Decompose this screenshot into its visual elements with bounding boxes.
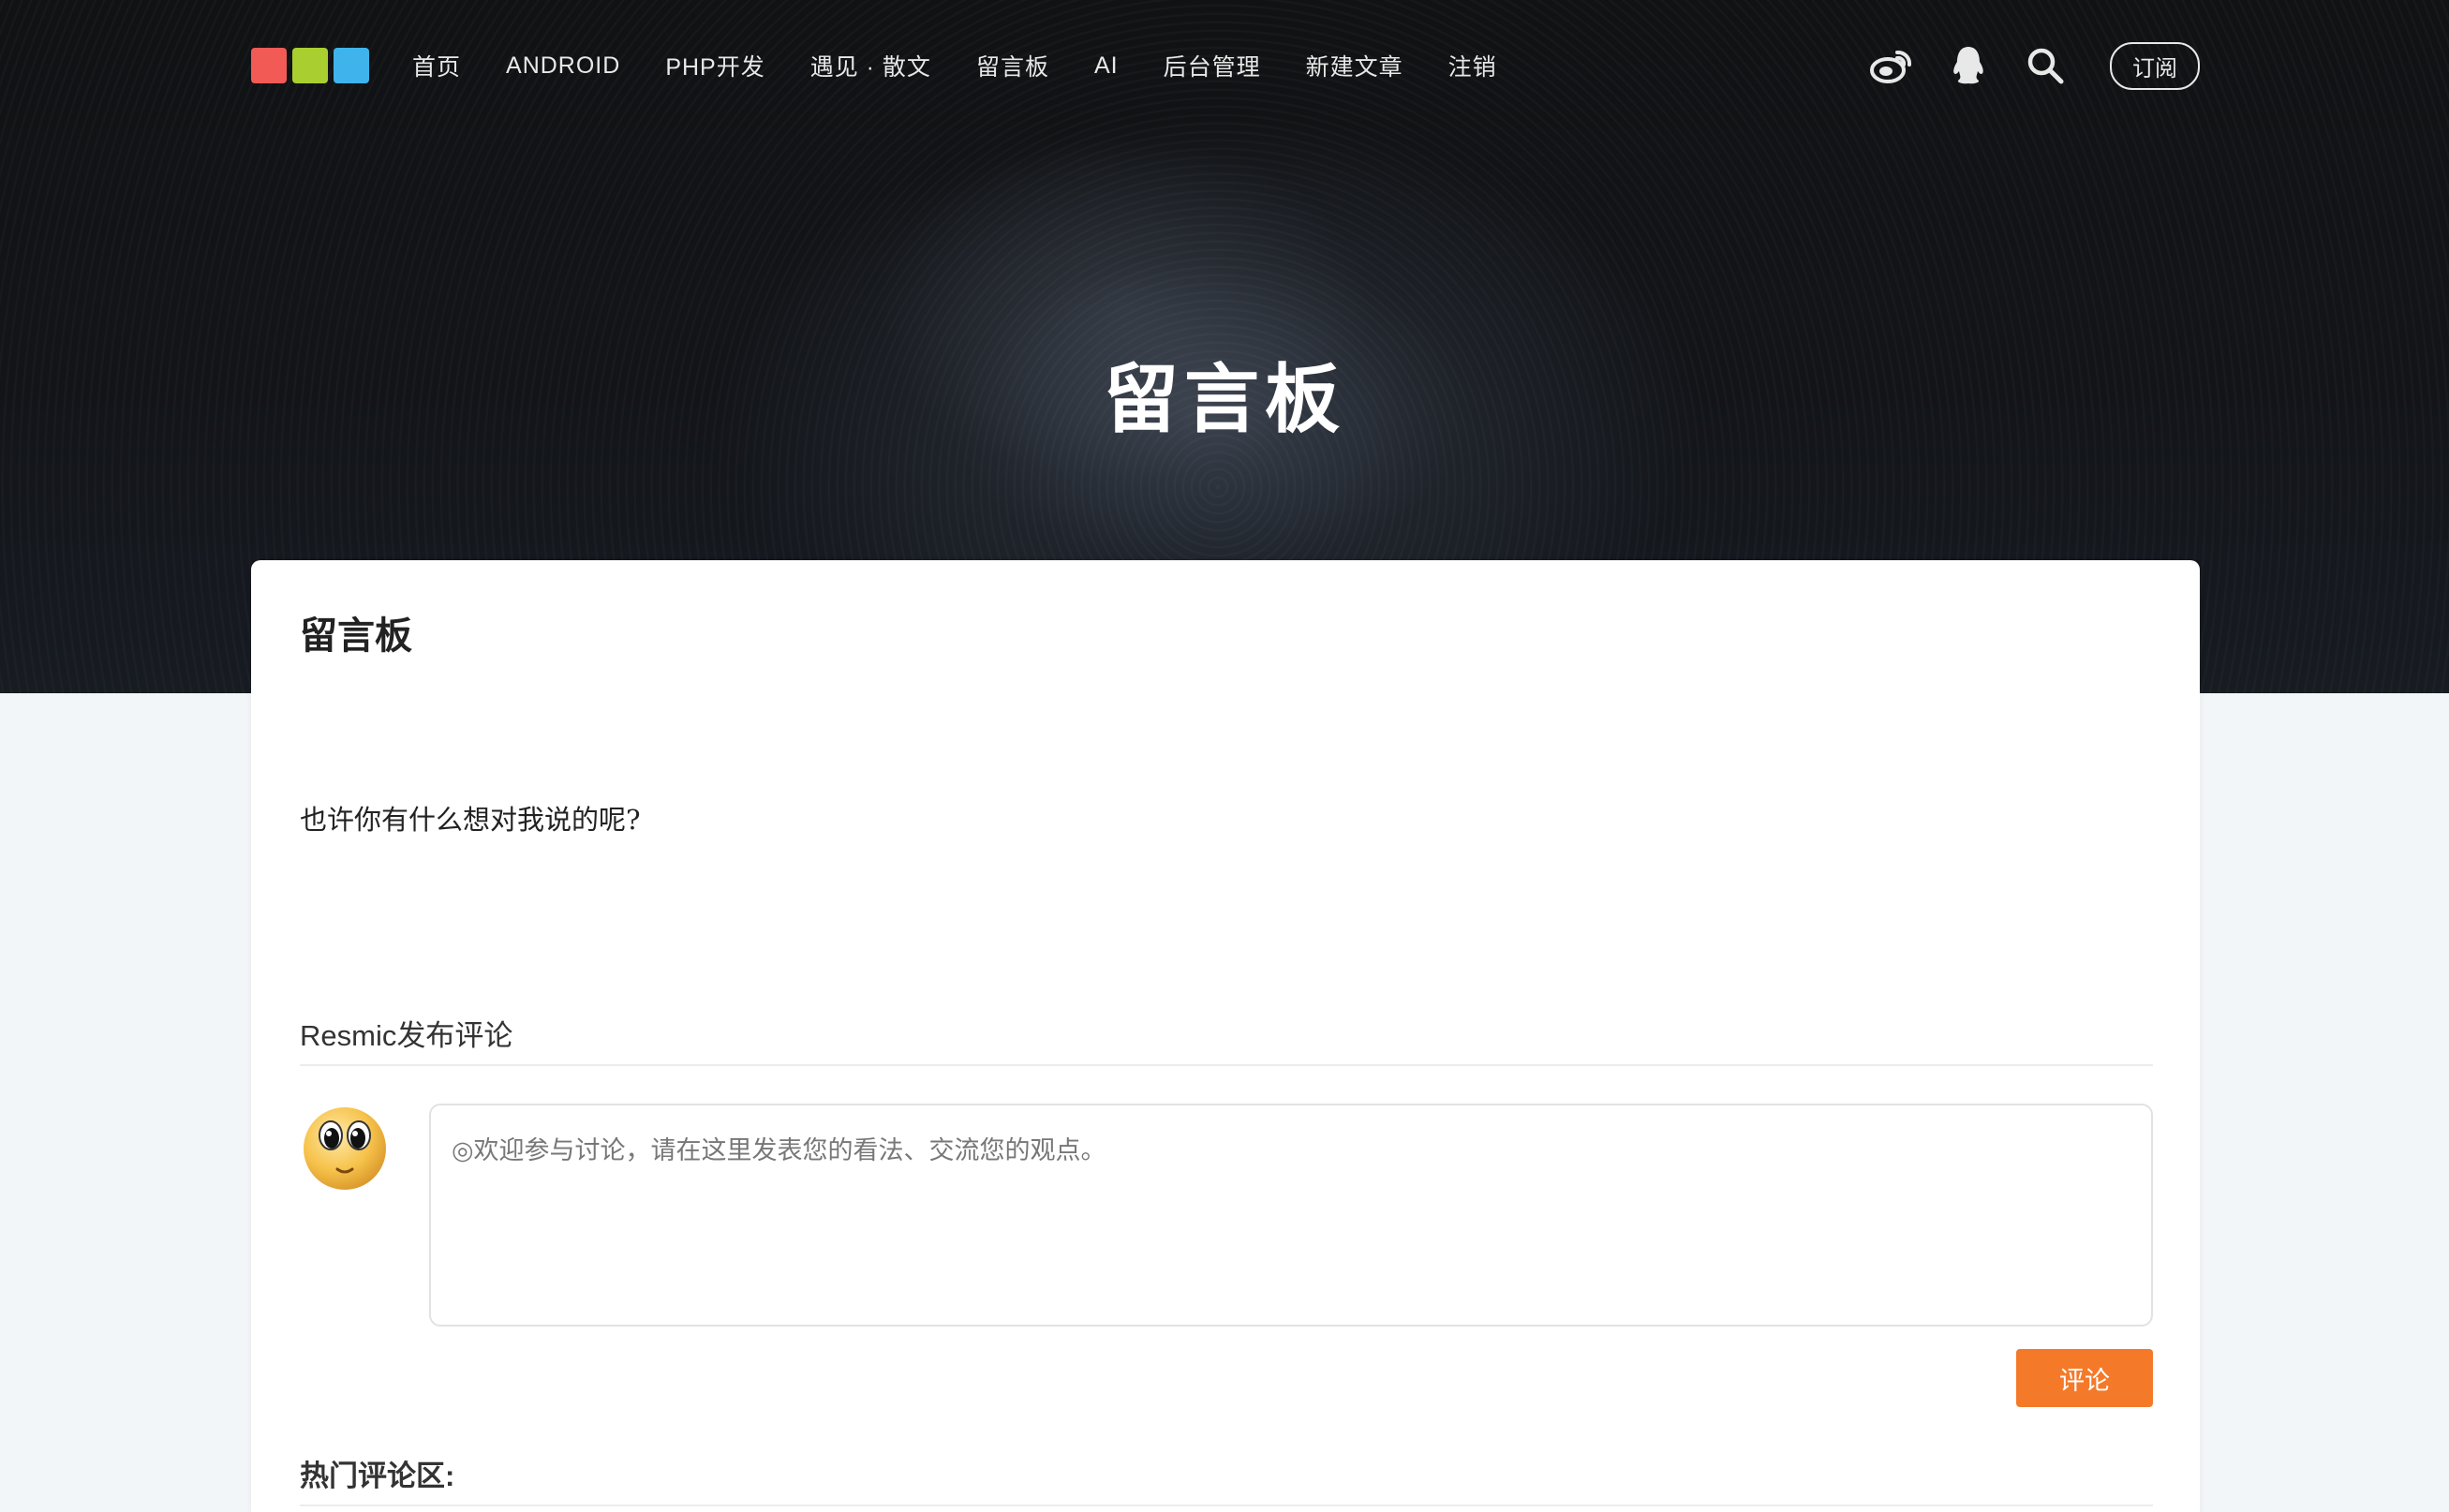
divider [300,1064,2153,1066]
nav-menu: 首页 ANDROID PHP开发 遇见 · 散文 留言板 AI 后台管理 新建文… [412,49,1542,82]
top-nav: 首页 ANDROID PHP开发 遇见 · 散文 留言板 AI 后台管理 新建文… [251,37,2200,94]
comment-input[interactable] [429,1104,2153,1327]
submit-comment-button[interactable]: 评论 [2016,1349,2153,1407]
qq-icon[interactable] [1945,42,1992,89]
nav-item-home[interactable]: 首页 [412,49,461,82]
logo-square-blue [334,48,369,83]
search-icon[interactable] [2022,42,2069,89]
weibo-icon[interactable] [1868,42,1915,89]
site-logo[interactable] [251,48,369,83]
hero-title: 留言板 [1104,358,1345,441]
logo-square-green [292,48,328,83]
nav-item-logout[interactable]: 注销 [1448,49,1497,82]
nav-item-new-post[interactable]: 新建文章 [1306,49,1403,82]
logo-square-red [251,48,287,83]
divider [300,1505,2153,1506]
content-card: 留言板 也许你有什么想对我说的呢? Resmic发布评论 评论 热门评论区: [251,560,2200,1512]
nav-item-guestbook[interactable]: 留言板 [976,49,1049,82]
nav-right: 订阅 [1838,41,2200,90]
comment-heading: Resmic发布评论 [300,1019,513,1052]
subscribe-button[interactable]: 订阅 [2110,41,2200,90]
nav-item-ai[interactable]: AI [1094,52,1119,80]
hot-comments-heading: 热门评论区: [300,1460,455,1492]
nav-item-android[interactable]: ANDROID [506,52,620,80]
avatar [300,1102,390,1192]
nav-item-admin[interactable]: 后台管理 [1164,49,1261,82]
intro-text: 也许你有什么想对我说的呢? [300,804,641,836]
page-title: 留言板 [300,615,412,657]
nav-item-php[interactable]: PHP开发 [665,49,764,82]
nav-item-essay[interactable]: 遇见 · 散文 [810,49,931,82]
